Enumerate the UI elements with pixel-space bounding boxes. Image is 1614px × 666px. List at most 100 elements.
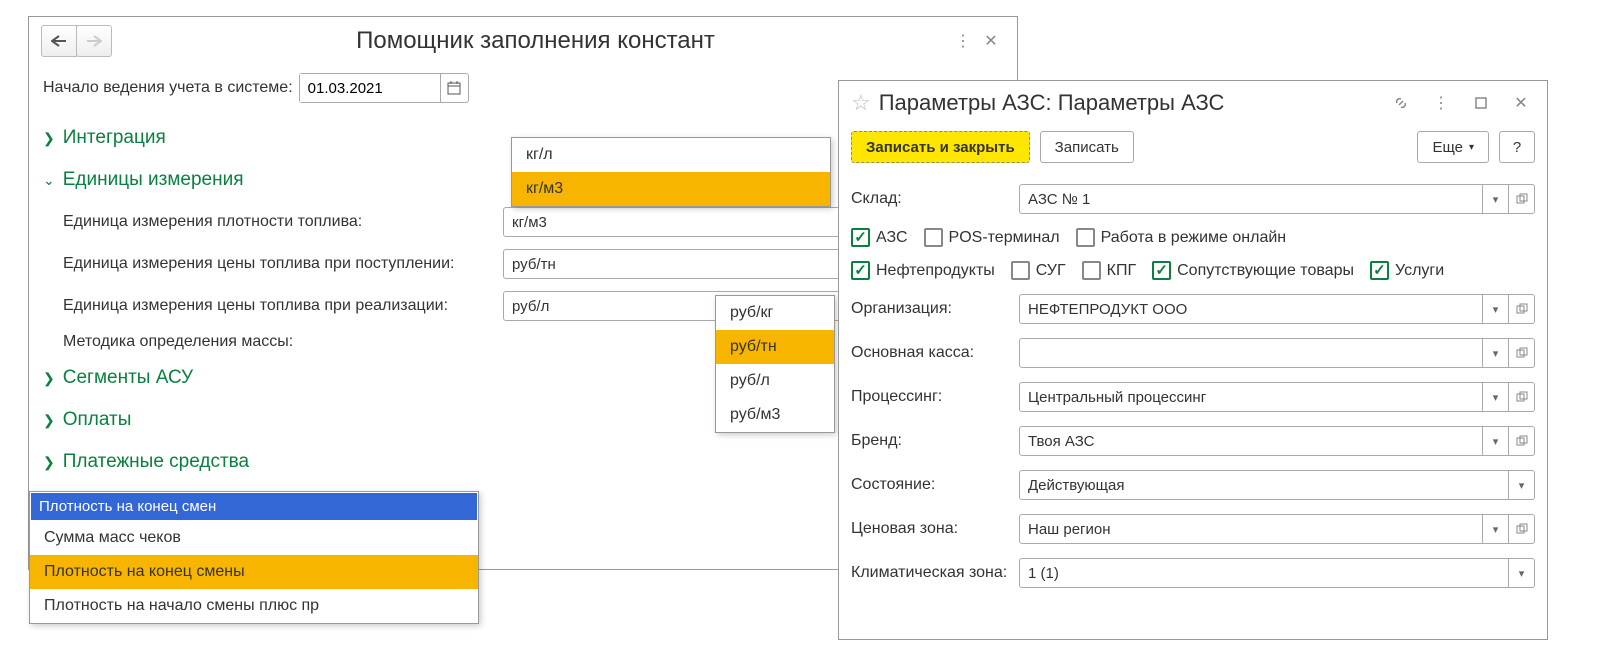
chevron-right-icon: ❯ xyxy=(43,454,55,471)
checkbox-icon xyxy=(1011,261,1030,280)
check-services[interactable]: Услуги xyxy=(1370,261,1444,280)
price-option-3[interactable]: руб/м3 xyxy=(716,398,834,432)
open-icon xyxy=(1516,391,1528,403)
dropdown-button[interactable]: ▾ xyxy=(1482,383,1508,411)
open-button[interactable] xyxy=(1508,339,1534,367)
dropdown-button[interactable]: ▾ xyxy=(1482,339,1508,367)
status-label: Состояние: xyxy=(851,476,1019,494)
w1-header: Помощник заполнения констант ⋮ ✕ xyxy=(29,17,1017,65)
warehouse-combo[interactable]: АЗС № 1 ▾ xyxy=(1019,184,1535,214)
chevron-right-icon: ❯ xyxy=(43,412,55,429)
kebab-menu-icon[interactable]: ⋮ xyxy=(949,27,977,55)
pricezone-value: Наш регион xyxy=(1020,515,1482,543)
mass-label: Методика определения массы: xyxy=(63,333,503,351)
org-combo[interactable]: НЕФТЕПРОДУКТ ООО ▾ xyxy=(1019,294,1535,324)
square-icon xyxy=(1475,97,1487,109)
w2-title: Параметры АЗС: Параметры АЗС xyxy=(879,90,1379,116)
section-label: Платежные средства xyxy=(63,451,249,473)
chevron-right-icon: ❯ xyxy=(43,130,55,147)
warehouse-value: АЗС № 1 xyxy=(1020,185,1482,213)
date-input[interactable] xyxy=(300,74,440,102)
pricezone-label: Ценовая зона: xyxy=(851,520,1019,538)
chevron-down-icon: ▾ xyxy=(1469,142,1474,153)
close-icon[interactable]: ✕ xyxy=(1507,89,1535,117)
calendar-button[interactable] xyxy=(440,74,468,102)
status-value: Действующая xyxy=(1020,471,1508,499)
mass-current-value[interactable]: Плотность на конец смен xyxy=(31,493,477,520)
save-close-button[interactable]: Записать и закрыть xyxy=(851,131,1030,163)
row-cash: Основная касса: ▾ xyxy=(851,331,1535,375)
dropdown-button[interactable]: ▾ xyxy=(1508,471,1534,499)
org-label: Организация: xyxy=(851,300,1019,318)
mass-option-0[interactable]: Сумма масс чеков xyxy=(30,521,478,555)
dropdown-button[interactable]: ▾ xyxy=(1482,427,1508,455)
climate-label: Климатическая зона: xyxy=(851,564,1019,582)
cash-combo[interactable]: ▾ xyxy=(1019,338,1535,368)
cash-label: Основная касса: xyxy=(851,344,1019,362)
open-button[interactable] xyxy=(1508,185,1534,213)
warehouse-label: Склад: xyxy=(851,190,1019,208)
row-warehouse: Склад: АЗС № 1 ▾ xyxy=(851,177,1535,221)
open-icon xyxy=(1516,303,1528,315)
forward-button[interactable] xyxy=(76,25,112,57)
open-button[interactable] xyxy=(1508,515,1534,543)
check-oil[interactable]: Нефтепродукты xyxy=(851,261,995,280)
check-sug[interactable]: СУГ xyxy=(1011,261,1066,280)
maximize-icon[interactable] xyxy=(1467,89,1495,117)
row-org: Организация: НЕФТЕПРОДУКТ ООО ▾ xyxy=(851,287,1535,331)
brand-combo[interactable]: Твоя АЗС ▾ xyxy=(1019,426,1535,456)
price-out-label: Единица измерения цены топлива при реали… xyxy=(63,297,503,315)
checkbox-icon xyxy=(1082,261,1101,280)
chevron-right-icon: ❯ xyxy=(43,370,55,387)
w2-header: ☆ Параметры АЗС: Параметры АЗС ⋮ ✕ xyxy=(839,81,1547,125)
save-button[interactable]: Записать xyxy=(1040,131,1134,163)
open-icon xyxy=(1516,523,1528,535)
dropdown-button[interactable]: ▾ xyxy=(1482,185,1508,213)
help-button[interactable]: ? xyxy=(1499,131,1535,163)
row-climate: Климатическая зона: 1 (1) ▾ xyxy=(851,551,1535,595)
density-label: Единица измерения плотности топлива: xyxy=(63,213,503,231)
processing-label: Процессинг: xyxy=(851,388,1019,406)
price-option-2[interactable]: руб/л xyxy=(716,364,834,398)
org-value: НЕФТЕПРОДУКТ ООО xyxy=(1020,295,1482,323)
favorite-star-icon[interactable]: ☆ xyxy=(851,90,871,116)
date-label: Начало ведения учета в системе: xyxy=(43,79,293,97)
pricezone-combo[interactable]: Наш регион ▾ xyxy=(1019,514,1535,544)
row-pricezone: Ценовая зона: Наш регион ▾ xyxy=(851,507,1535,551)
brand-value: Твоя АЗС xyxy=(1020,427,1482,455)
price-option-1[interactable]: руб/тн xyxy=(716,330,834,364)
open-icon xyxy=(1516,347,1528,359)
check-kpg[interactable]: КПГ xyxy=(1082,261,1136,280)
processing-combo[interactable]: Центральный процессинг ▾ xyxy=(1019,382,1535,412)
check-pos[interactable]: POS-терминал xyxy=(924,228,1060,247)
cash-value xyxy=(1020,339,1482,367)
w1-title: Помощник заполнения констант xyxy=(122,27,949,55)
mass-option-1[interactable]: Плотность на конец смены xyxy=(30,555,478,589)
section-label: Оплаты xyxy=(63,409,132,431)
price-dropdown: руб/кг руб/тн руб/л руб/м3 xyxy=(715,295,835,433)
dropdown-button[interactable]: ▾ xyxy=(1482,515,1508,543)
back-button[interactable] xyxy=(41,25,77,57)
check-goods[interactable]: Сопутствующие товары xyxy=(1152,261,1354,280)
check-online[interactable]: Работа в режиме онлайн xyxy=(1076,228,1287,247)
close-icon[interactable]: ✕ xyxy=(977,27,1005,55)
status-combo[interactable]: Действующая ▾ xyxy=(1019,470,1535,500)
date-input-wrapper xyxy=(299,73,469,103)
mass-option-2[interactable]: Плотность на начало смены плюс пр xyxy=(30,589,478,623)
price-in-label: Единица измерения цены топлива при посту… xyxy=(63,255,503,273)
density-option-1[interactable]: кг/м3 xyxy=(512,172,830,206)
check-azs[interactable]: АЗС xyxy=(851,228,908,247)
dropdown-button[interactable]: ▾ xyxy=(1482,295,1508,323)
dropdown-button[interactable]: ▾ xyxy=(1508,559,1534,587)
climate-combo[interactable]: 1 (1) ▾ xyxy=(1019,558,1535,588)
price-option-0[interactable]: руб/кг xyxy=(716,296,834,330)
open-button[interactable] xyxy=(1508,427,1534,455)
kebab-menu-icon[interactable]: ⋮ xyxy=(1427,89,1455,117)
more-button[interactable]: Еще ▾ xyxy=(1417,131,1489,163)
open-button[interactable] xyxy=(1508,383,1534,411)
density-option-0[interactable]: кг/л xyxy=(512,138,830,172)
open-button[interactable] xyxy=(1508,295,1534,323)
row-status: Состояние: Действующая ▾ xyxy=(851,463,1535,507)
link-icon[interactable] xyxy=(1387,89,1415,117)
arrow-left-icon xyxy=(51,35,67,47)
